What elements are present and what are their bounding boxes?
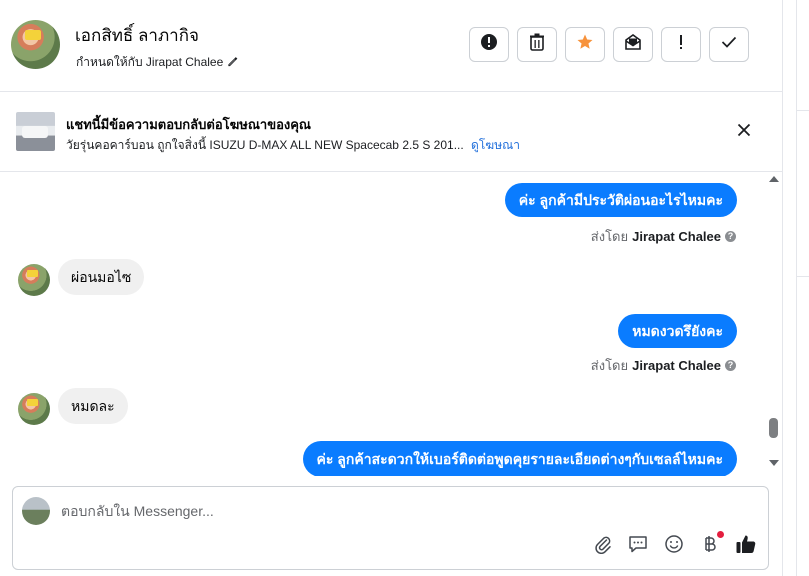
details-panel-edge — [782, 0, 809, 576]
star-button[interactable] — [565, 27, 605, 62]
close-ad-bar-button[interactable] — [733, 120, 755, 142]
outgoing-message-bubble[interactable]: หมดงวดรึยังคะ — [618, 314, 737, 348]
reply-composer — [12, 486, 769, 570]
assignee-row[interactable]: กำหนดให้กับ Jirapat Chalee — [76, 53, 238, 72]
inbox-conversation: เอกสิทธิ์ ลาภากิจ กำหนดให้กับ Jirapat Ch… — [0, 0, 809, 576]
attach-file-button[interactable] — [592, 535, 614, 557]
exclamation-icon — [678, 34, 684, 55]
outgoing-message-bubble[interactable]: ค่ะ ลูกค้ามีประวัติผ่อนอะไรไหมคะ — [504, 183, 737, 217]
thread-scrollbar[interactable] — [766, 172, 782, 476]
sent-by-agent: Jirapat Chalee — [632, 229, 721, 244]
trash-icon — [529, 33, 545, 56]
follow-up-button[interactable] — [661, 27, 701, 62]
contact-avatar-small[interactable] — [18, 393, 50, 425]
view-ad-link[interactable]: ดูโฆษณา — [471, 138, 520, 152]
star-icon — [576, 33, 594, 56]
sent-by-label: ส่งโดย Jirapat Chalee ? — [591, 226, 736, 247]
saved-reply-icon — [628, 534, 648, 559]
panel-divider — [797, 110, 809, 111]
like-button[interactable] — [735, 535, 757, 557]
help-icon[interactable]: ? — [725, 231, 736, 242]
ad-context-bar: แชทนี้มีข้อความตอบกลับต่อโฆษณาของคุณ วัย… — [0, 92, 782, 172]
ad-subtitle: วัยรุ่นคอคาร์บอน ถูกใจสิ่งนี้ ISUZU D-MA… — [66, 138, 464, 152]
mark-done-button[interactable] — [709, 27, 749, 62]
alert-circle-icon — [480, 33, 498, 56]
reply-input[interactable] — [61, 499, 741, 523]
scrollbar-thumb[interactable] — [769, 418, 778, 438]
ad-title: แชทนี้มีข้อความตอบกลับต่อโฆษณาของคุณ — [66, 117, 311, 132]
sent-by-prefix: ส่งโดย — [590, 229, 629, 244]
outgoing-message-bubble[interactable]: ค่ะ ลูกค้าสะดวกให้เบอร์ติดต่อพูดคุยรายละ… — [302, 441, 737, 476]
panel-divider — [797, 276, 809, 277]
emoji-button[interactable] — [663, 534, 685, 559]
incoming-message-bubble[interactable]: ผ่อนมอไซ — [58, 259, 145, 295]
incoming-message-bubble[interactable]: หมดละ — [58, 388, 128, 424]
sent-by-agent: Jirapat Chalee — [632, 358, 721, 373]
assignee-label: กำหนดให้กับ Jirapat Chalee — [76, 55, 224, 69]
ad-subtitle-row: วัยรุ่นคอคาร์บอน ถูกใจสิ่งนี้ ISUZU D-MA… — [66, 136, 520, 155]
paperclip-icon — [593, 534, 613, 559]
notification-dot — [717, 531, 724, 538]
baht-payment-icon — [702, 534, 718, 559]
message-thread: ค่ะ ลูกค้ามีประวัติผ่อนอะไรไหมคะ ส่งโดย … — [0, 172, 766, 476]
contact-name[interactable]: เอกสิทธิ์ ลาภากิจ — [75, 22, 199, 49]
contact-avatar-small[interactable] — [18, 264, 50, 296]
thumbs-up-icon — [735, 533, 757, 560]
scroll-up-arrow-icon[interactable] — [769, 176, 779, 182]
emoji-icon — [664, 534, 684, 559]
spam-button[interactable] — [469, 27, 509, 62]
envelope-icon — [624, 33, 642, 56]
saved-reply-button[interactable] — [627, 535, 649, 557]
sent-by-label: ส่งโดย Jirapat Chalee ? — [591, 355, 736, 376]
check-icon — [721, 35, 737, 54]
close-icon — [737, 120, 751, 143]
contact-avatar[interactable] — [11, 20, 60, 69]
help-icon[interactable]: ? — [725, 360, 736, 371]
page-avatar — [22, 497, 50, 525]
scroll-down-arrow-icon[interactable] — [769, 460, 779, 466]
delete-button[interactable] — [517, 27, 557, 62]
pencil-icon[interactable] — [227, 56, 238, 70]
conversation-panel: เอกสิทธิ์ ลาภากิจ กำหนดให้กับ Jirapat Ch… — [0, 0, 782, 576]
payment-button[interactable] — [699, 535, 721, 557]
sent-by-prefix: ส่งโดย — [590, 358, 629, 373]
conversation-header: เอกสิทธิ์ ลาภากิจ กำหนดให้กับ Jirapat Ch… — [0, 0, 782, 92]
mark-unread-button[interactable] — [613, 27, 653, 62]
ad-thumbnail[interactable] — [16, 112, 55, 151]
panel-divider — [796, 0, 797, 576]
